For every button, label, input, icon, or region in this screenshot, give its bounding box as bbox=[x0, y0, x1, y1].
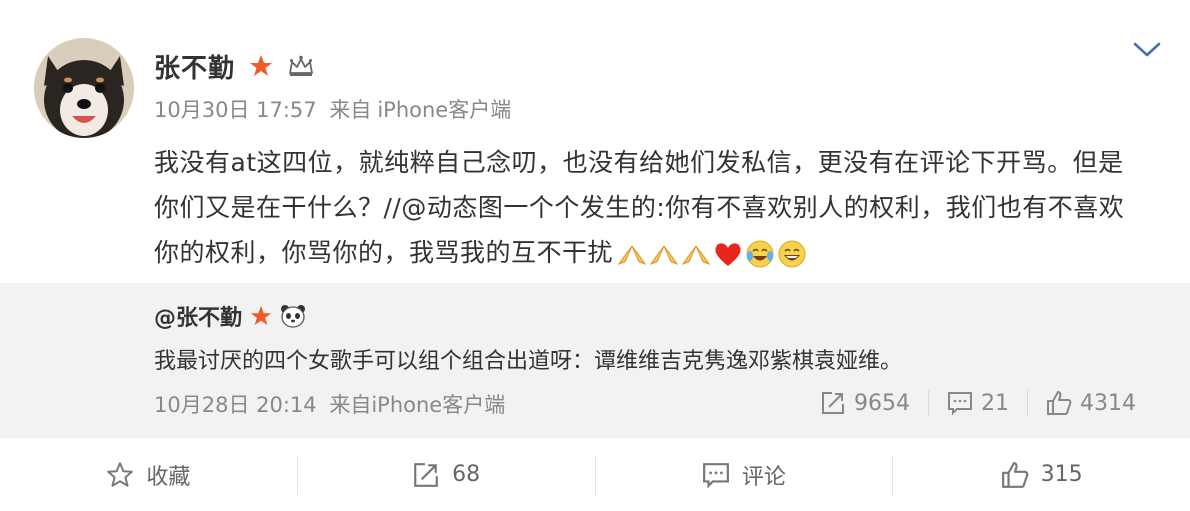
repost-icon bbox=[822, 392, 844, 414]
thumbs-up-icon bbox=[1047, 391, 1072, 415]
post-source-prefix: 来自 bbox=[329, 98, 372, 122]
quote-author-name[interactable]: @张不勤 bbox=[154, 300, 242, 332]
star-badge-icon[interactable] bbox=[249, 54, 273, 78]
mention-link[interactable]: @动态图一个个发生的 bbox=[401, 193, 656, 222]
pray-icon bbox=[681, 245, 711, 265]
post-text: 我没有at这四位，就纯粹自己念叨，也没有给她们发私信，更没有在评论下开骂。但是你… bbox=[154, 140, 1144, 275]
comment-icon bbox=[702, 462, 729, 488]
action-bar: 收藏 68 评论 315 bbox=[0, 437, 1190, 511]
dog-avatar-icon bbox=[34, 38, 134, 138]
pray-icon bbox=[649, 245, 679, 265]
quote-meta: 10月28日 20:14 来自iPhone客户端 bbox=[154, 389, 505, 419]
comment-label: 评论 bbox=[741, 464, 786, 490]
laugh-icon bbox=[778, 240, 806, 268]
post-time[interactable]: 10月30日 17:57 bbox=[154, 98, 317, 122]
star-outline-icon bbox=[107, 461, 134, 487]
quote-repost-button[interactable]: 9654 bbox=[802, 390, 928, 416]
like-button[interactable]: 315 bbox=[893, 453, 1190, 497]
thumbs-up-icon bbox=[1001, 461, 1028, 488]
author-name[interactable]: 张不勤 bbox=[154, 48, 235, 85]
quote-source-prefix: 来自 bbox=[329, 393, 372, 417]
emoji-row bbox=[617, 239, 807, 269]
quote-time[interactable]: 10月28日 20:14 bbox=[154, 393, 317, 417]
quote-source: iPhone客户端 bbox=[371, 393, 506, 417]
laugh-cry-icon bbox=[746, 240, 774, 268]
quote-actions: 9654 21 4314 bbox=[802, 387, 1154, 419]
quote-repost-count: 9654 bbox=[854, 390, 910, 416]
star-badge-icon[interactable] bbox=[250, 305, 272, 327]
comment-button[interactable]: 评论 bbox=[596, 453, 893, 497]
repost-count: 68 bbox=[452, 462, 481, 487]
like-count: 315 bbox=[1040, 462, 1083, 487]
quote-text: 我最讨厌的四个女歌手可以组个组合出道呀：谭维维吉克隽逸邓紫棋袁娅维。 bbox=[154, 349, 903, 374]
panda-badge-icon[interactable] bbox=[280, 304, 306, 328]
quote-comment-count: 21 bbox=[981, 390, 1009, 416]
quoted-post[interactable]: @张不勤 我最讨厌的四个女歌手可以组个组合出道呀：谭维维吉克隽逸邓紫棋袁娅维。 … bbox=[0, 283, 1190, 437]
post-meta: 10月30日 17:57 来自 iPhone客户端 bbox=[154, 94, 517, 124]
repost-icon bbox=[414, 462, 438, 487]
pray-icon bbox=[617, 245, 647, 265]
avatar[interactable] bbox=[34, 38, 134, 138]
quote-like-button[interactable]: 4314 bbox=[1028, 390, 1154, 416]
favorite-button[interactable]: 收藏 bbox=[0, 453, 297, 497]
repost-button[interactable]: 68 bbox=[298, 453, 595, 497]
heart-icon bbox=[715, 243, 741, 266]
quote-like-count: 4314 bbox=[1080, 390, 1136, 416]
crown-badge-icon[interactable] bbox=[287, 54, 315, 78]
comment-icon bbox=[948, 392, 972, 416]
favorite-label: 收藏 bbox=[146, 464, 191, 490]
chevron-down-icon[interactable] bbox=[1132, 40, 1162, 60]
quote-comment-button[interactable]: 21 bbox=[929, 390, 1027, 416]
post-source: iPhone客户端 bbox=[377, 98, 512, 122]
